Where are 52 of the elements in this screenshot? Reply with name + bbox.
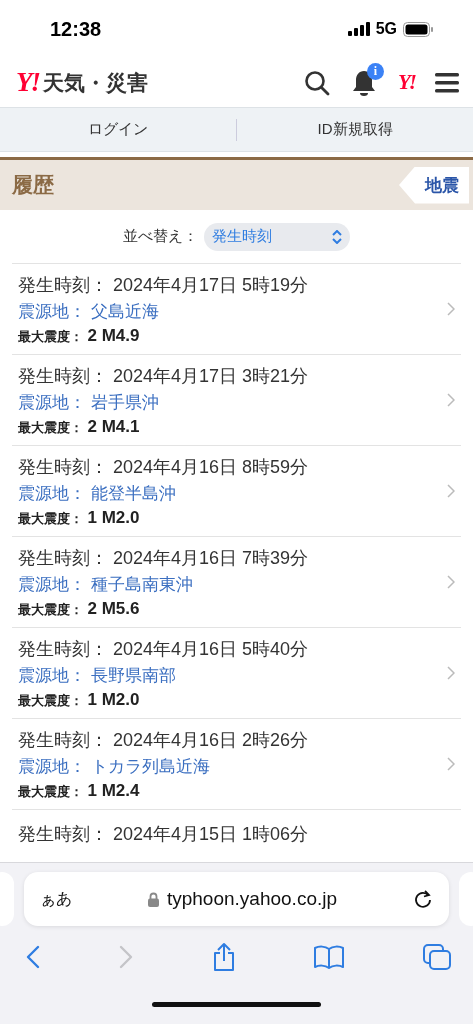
text-size-button[interactable]: ぁあ <box>40 888 72 910</box>
yahoo-mark[interactable]: Y! <box>398 70 415 95</box>
sort-label: 並べ替え： <box>123 227 198 246</box>
book-icon[interactable] <box>314 945 345 969</box>
epicenter-text: 震源地： 種子島南東沖 <box>18 573 194 596</box>
clock: 12:38 <box>50 17 102 41</box>
chevron-icon[interactable] <box>447 393 455 407</box>
chevron-icon[interactable] <box>447 484 455 498</box>
chevron-icon[interactable] <box>447 757 455 771</box>
time-text: 発生時刻： 2024年4月16日 2時26分 <box>18 728 310 752</box>
bell-icon[interactable] <box>350 68 378 97</box>
url-text: typhoon.yahoo.co.jp <box>166 888 338 910</box>
epicenter-text: 震源地： 能登半島沖 <box>18 482 177 505</box>
account-link[interactable]: ID新規取得 <box>237 120 473 139</box>
address-bar[interactable]: ぁあ typhoon.yahoo.co.jp <box>24 872 449 926</box>
chevron-icon[interactable] <box>447 302 455 316</box>
notification-badge: i <box>367 62 384 80</box>
time-text: 発生時刻： 2024年4月16日 8時59分 <box>18 455 310 479</box>
tabs-icon[interactable] <box>423 944 451 970</box>
intensity-text: 最大震度： 2 M4.9 <box>18 325 141 346</box>
logo[interactable]: Y! <box>16 67 39 98</box>
epicenter-text: 震源地： 父島近海 <box>18 300 160 323</box>
menu-icon[interactable] <box>435 71 459 94</box>
network-label: 5G <box>375 20 397 38</box>
sort-select[interactable]: 発生時刻 <box>204 222 350 251</box>
service-name: 天気・災害 <box>43 69 148 96</box>
time-text: 発生時刻： 2024年4月17日 5時19分 <box>18 273 310 297</box>
section-title: 履歴 <box>12 172 54 198</box>
epicenter-text: 震源地： 長野県南部 <box>18 664 177 687</box>
chevron-icon <box>332 229 342 244</box>
share-icon[interactable] <box>211 942 236 972</box>
chevron-icon[interactable] <box>447 575 455 589</box>
account-link[interactable]: ログイン <box>0 120 236 139</box>
time-text: 発生時刻： 2024年4月17日 3時21分 <box>18 364 310 388</box>
search-icon[interactable] <box>304 69 330 96</box>
category-tag[interactable]: 地震 <box>399 166 469 204</box>
intensity-text: 最大震度： 1 M2.0 <box>18 507 141 528</box>
reload-icon[interactable] <box>413 889 433 909</box>
intensity-text: 最大震度： 1 M2.4 <box>18 780 141 801</box>
chevron-icon[interactable] <box>447 666 455 680</box>
intensity-text: 最大震度： 2 M5.6 <box>18 598 141 619</box>
back-icon[interactable] <box>26 945 40 969</box>
intensity-text: 最大震度： 1 M2.0 <box>18 689 141 710</box>
signal-icon <box>347 22 370 36</box>
intensity-text: 最大震度： 2 M4.1 <box>18 416 141 437</box>
lock-icon <box>147 891 159 907</box>
epicenter-text: 震源地： トカラ列島近海 <box>18 755 211 778</box>
battery-icon <box>403 21 433 37</box>
time-text: 発生時刻： 2024年4月16日 7時39分 <box>18 546 310 570</box>
epicenter-text: 震源地： 岩手県沖 <box>18 391 160 414</box>
time-text: 発生時刻： 2024年4月15日 1時06分 <box>18 823 310 846</box>
time-text: 発生時刻： 2024年4月16日 5時40分 <box>18 637 310 661</box>
